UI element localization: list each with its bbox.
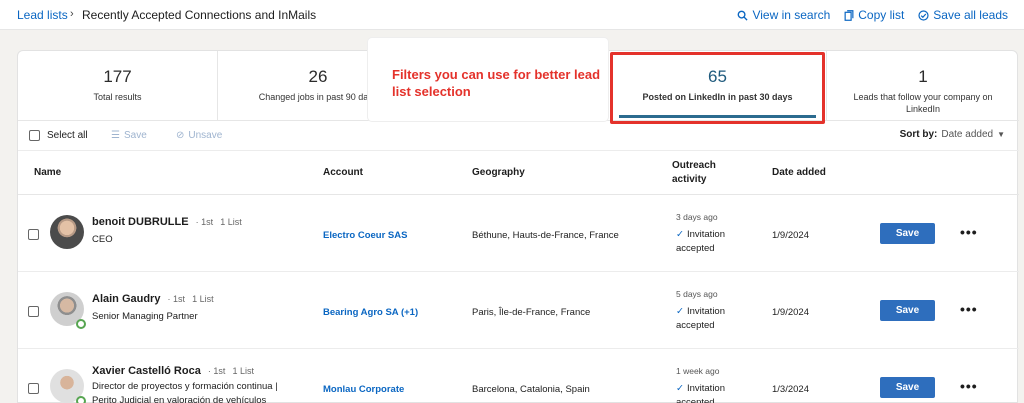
check-icon: ✓ xyxy=(676,306,684,317)
connection-degree: · 1st xyxy=(167,294,186,304)
column-header-outreach-line: Outreach xyxy=(672,160,716,171)
column-header-outreach: Outreach activity xyxy=(672,159,716,187)
lead-name-text: Alain Gaudry xyxy=(92,293,161,305)
save-all-leads-button[interactable]: Save all leads xyxy=(918,8,1008,22)
online-status-icon xyxy=(76,396,86,403)
outreach-status-line: accepted xyxy=(676,243,715,254)
row-checkbox[interactable] xyxy=(28,383,39,394)
connection-degree: · 1st xyxy=(195,217,214,227)
column-header-geography: Geography xyxy=(472,167,525,178)
list-toolbar: Select all ☰ Save ⊘ Unsave Sort by: Date… xyxy=(18,121,1019,151)
bulk-save-button[interactable]: ☰ Save xyxy=(111,130,147,141)
lead-title: CEO xyxy=(92,234,113,245)
sort-label: Sort by: xyxy=(899,129,938,140)
table-header: Name Account Geography Outreach activity… xyxy=(18,151,1019,195)
outreach-time: 5 days ago xyxy=(676,289,718,299)
list-count: 1 List xyxy=(192,294,214,304)
column-header-outreach-line: activity xyxy=(672,174,707,185)
top-bar: Lead lists › Recently Accepted Connectio… xyxy=(0,0,1024,30)
check-icon: ✓ xyxy=(676,229,684,240)
outreach-status: ✓ Invitation accepted xyxy=(676,382,725,403)
table-row: Alain Gaudry · 1st 1 List Senior Managin… xyxy=(18,273,1019,349)
filter-count: 1 xyxy=(918,67,928,86)
outreach-status: ✓ Invitation accepted xyxy=(676,228,725,256)
select-all-checkbox[interactable] xyxy=(29,130,40,141)
list-icon: ☰ xyxy=(111,130,120,141)
column-header-account: Account xyxy=(323,167,363,178)
select-all-label: Select all xyxy=(47,130,88,141)
row-checkbox[interactable] xyxy=(28,229,39,240)
account-link[interactable]: Electro Coeur SAS xyxy=(323,230,407,241)
bulk-unsave-label: Unsave xyxy=(188,130,223,141)
geography: Paris, Île-de-France, France xyxy=(472,307,591,318)
lead-name[interactable]: Alain Gaudry · 1st 1 List xyxy=(92,293,214,305)
annotation-callout: Filters you can use for better lead list… xyxy=(368,38,608,121)
row-checkbox[interactable] xyxy=(28,306,39,317)
lead-title: Senior Managing Partner xyxy=(92,311,198,322)
account-link[interactable]: Bearing Agro SA (+1) xyxy=(323,307,418,318)
more-options-icon[interactable]: ••• xyxy=(960,301,978,317)
sort-value: Date added xyxy=(941,129,994,140)
save-lead-button[interactable]: Save xyxy=(880,223,935,244)
table-row: benoit DUBRULLE · 1st 1 List CEO Electro… xyxy=(18,196,1019,272)
account-link[interactable]: Monlau Corporate xyxy=(323,384,404,395)
breadcrumb-lead-lists[interactable]: Lead lists xyxy=(17,8,68,22)
outreach-status-line: accepted xyxy=(676,320,715,331)
save-lead-button[interactable]: Save xyxy=(880,377,935,398)
check-circle-icon xyxy=(918,9,929,21)
bulk-unsave-button[interactable]: ⊘ Unsave xyxy=(176,130,222,141)
more-options-icon[interactable]: ••• xyxy=(960,224,978,240)
date-added: 1/3/2024 xyxy=(772,384,809,395)
select-all[interactable]: Select all xyxy=(29,130,88,141)
search-icon xyxy=(738,10,749,21)
filter-count: 177 xyxy=(103,67,132,86)
copy-list-button[interactable]: Copy list xyxy=(844,8,904,22)
column-header-name: Name xyxy=(34,167,62,178)
outreach-status-line: Invitation xyxy=(686,383,725,394)
more-options-icon[interactable]: ••• xyxy=(960,378,978,394)
filter-total-results[interactable]: 177 Total results xyxy=(18,51,217,121)
save-all-leads-label: Save all leads xyxy=(933,8,1008,22)
outreach-status-line: Invitation xyxy=(686,229,725,240)
outreach-status: ✓ Invitation accepted xyxy=(676,305,725,333)
filter-label: Leads that follow your company on Linked… xyxy=(853,92,993,114)
outreach-time: 3 days ago xyxy=(676,212,718,222)
list-count: 1 List xyxy=(232,366,254,376)
bulk-save-label: Save xyxy=(123,130,147,141)
top-actions: View in search Copy list Save all leads xyxy=(737,8,1008,22)
online-status-icon xyxy=(76,319,86,329)
check-icon: ✓ xyxy=(676,383,684,394)
avatar[interactable] xyxy=(50,215,84,249)
table-row: Xavier Castelló Roca · 1st 1 List Direct… xyxy=(18,350,1019,403)
breadcrumb-separator: › xyxy=(70,8,74,20)
outreach-status-line: Invitation xyxy=(686,306,725,317)
lead-title: Director de proyectos y formación contin… xyxy=(92,381,278,403)
date-added: 1/9/2024 xyxy=(772,307,809,318)
annotation-highlight-box xyxy=(610,52,825,124)
date-added: 1/9/2024 xyxy=(772,230,809,241)
page-title: Recently Accepted Connections and InMail… xyxy=(82,8,317,22)
copy-list-label: Copy list xyxy=(858,8,905,22)
sort-dropdown[interactable]: Sort by: Date added ▼ xyxy=(900,129,1005,140)
outreach-status-line: accepted xyxy=(676,397,715,403)
outreach-time: 1 week ago xyxy=(676,366,720,376)
block-icon: ⊘ xyxy=(176,130,185,141)
save-lead-button[interactable]: Save xyxy=(880,300,935,321)
lead-name[interactable]: Xavier Castelló Roca · 1st 1 List xyxy=(92,365,254,377)
geography: Barcelona, Catalonia, Spain xyxy=(472,384,590,395)
lead-name-text: benoit DUBRULLE xyxy=(92,216,189,228)
column-header-date-added: Date added xyxy=(772,167,826,178)
connection-degree: · 1st xyxy=(207,366,226,376)
copy-icon xyxy=(844,9,854,21)
geography: Béthune, Hauts-de-France, France xyxy=(472,230,619,241)
lead-name-text: Xavier Castelló Roca xyxy=(92,365,201,377)
lead-name[interactable]: benoit DUBRULLE · 1st 1 List xyxy=(92,216,242,228)
filter-label: Total results xyxy=(93,92,142,102)
caret-down-icon: ▼ xyxy=(997,130,1005,139)
list-count: 1 List xyxy=(220,217,242,227)
filter-follow-company[interactable]: 1 Leads that follow your company on Link… xyxy=(827,51,1019,121)
view-in-search-label: View in search xyxy=(752,8,831,22)
view-in-search-button[interactable]: View in search xyxy=(737,8,830,22)
